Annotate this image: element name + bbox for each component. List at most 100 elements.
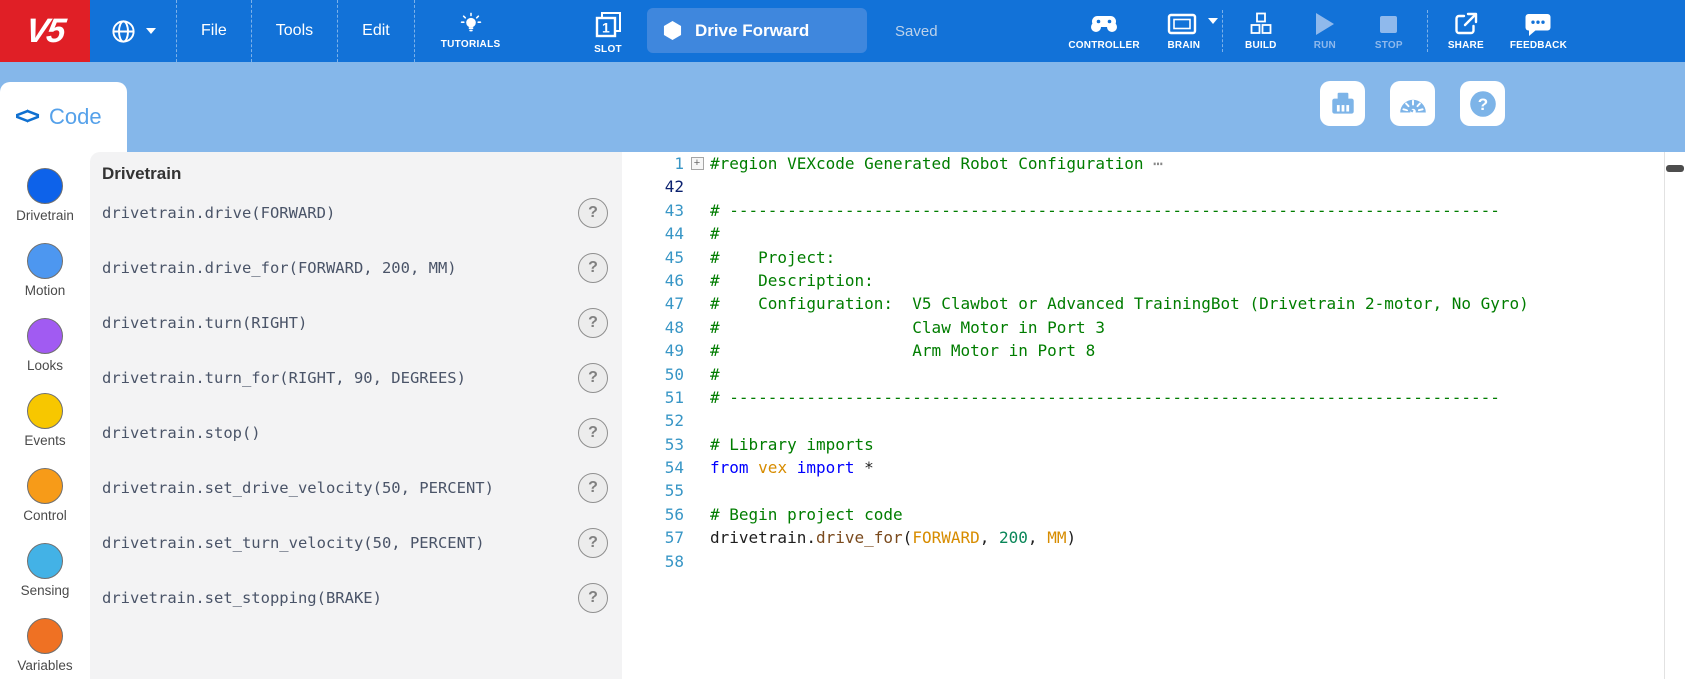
command-help-button[interactable]: ? [578,253,608,283]
share-button[interactable]: SHARE [1434,0,1498,62]
brain-button[interactable]: BRAIN [1152,0,1216,62]
line-code: # Project: [710,246,1685,269]
category-dot[interactable] [27,168,63,204]
command-row[interactable]: drivetrain.set_stopping(BRAKE)? [90,570,622,625]
editor-line: 49# Arm Motor in Port 8 [622,339,1685,362]
sidebar-item-looks[interactable]: Looks [0,318,90,373]
project-name-field[interactable]: Drive Forward [647,8,867,53]
command-help-button[interactable]: ? [578,308,608,338]
tutorials-button[interactable]: TUTORIALS [415,0,527,62]
device-info-button[interactable] [1320,81,1365,126]
command-text[interactable]: drivetrain.stop() [102,424,261,442]
fold-expand-icon[interactable]: + [691,157,704,170]
command-help-button[interactable]: ? [578,583,608,613]
category-dot[interactable] [27,468,63,504]
command-row[interactable]: drivetrain.drive_for(FORWARD, 200, MM)? [90,240,622,295]
command-text[interactable]: drivetrain.turn(RIGHT) [102,314,307,332]
line-number: 58 [622,550,684,573]
fold-column [684,316,710,339]
sidebar-item-motion[interactable]: Motion [0,243,90,298]
build-button[interactable]: BUILD [1229,0,1293,62]
editor-line: 52 [622,409,1685,432]
menu-bar: File Tools Edit TUTORIALS [90,0,526,62]
command-help-button[interactable]: ? [578,198,608,228]
line-code: # [710,222,1685,245]
line-code: # Claw Motor in Port 3 [710,316,1685,339]
editor-line: 1+#region VEXcode Generated Robot Config… [622,152,1685,175]
editor-line: 46# Description: [622,269,1685,292]
feedback-button[interactable]: FEEDBACK [1498,0,1579,62]
fold-column [684,269,710,292]
stop-button[interactable]: STOP [1357,0,1421,62]
tab-code[interactable]: <> Code [0,82,127,152]
command-palette: Drivetrain drivetrain.drive(FORWARD)?dri… [90,152,622,679]
fold-column [684,550,710,573]
line-code: # Description: [710,269,1685,292]
code-editor[interactable]: 1+#region VEXcode Generated Robot Config… [622,152,1685,679]
menu-file[interactable]: File [177,0,252,62]
slot-button[interactable]: 1 SLOT [583,5,633,59]
controller-button[interactable]: CONTROLLER [1056,0,1151,62]
category-dot[interactable] [27,243,63,279]
category-label: Events [24,433,65,448]
line-code [710,175,1685,198]
category-label: Motion [25,283,66,298]
top-toolbar: V5 File Tools Edit [0,0,1685,62]
command-text[interactable]: drivetrain.drive_for(FORWARD, 200, MM) [102,259,457,277]
question-icon: ? [1467,88,1499,120]
vexcode-window: V5 File Tools Edit [0,0,1685,679]
command-text[interactable]: drivetrain.set_turn_velocity(50, PERCENT… [102,534,485,552]
editor-scrollbar[interactable] [1664,152,1685,679]
share-icon [1453,11,1479,37]
stop-icon [1380,11,1397,37]
editor-line: 50# [622,363,1685,386]
command-row[interactable]: drivetrain.set_drive_velocity(50, PERCEN… [90,460,622,515]
code-brackets-icon: <> [15,103,37,131]
sidebar-item-sensing[interactable]: Sensing [0,543,90,598]
sidebar-item-variables[interactable]: Variables [0,618,90,673]
command-row[interactable]: drivetrain.turn(RIGHT)? [90,295,622,350]
menu-tools[interactable]: Tools [252,0,338,62]
command-text[interactable]: drivetrain.set_drive_velocity(50, PERCEN… [102,479,494,497]
command-text[interactable]: drivetrain.set_stopping(BRAKE) [102,589,382,607]
line-code: from vex import * [710,456,1685,479]
command-row[interactable]: drivetrain.drive(FORWARD)? [90,185,622,240]
line-number: 54 [622,456,684,479]
fold-column [684,175,710,198]
line-code: # --------------------------------------… [710,386,1685,409]
line-number: 43 [622,199,684,222]
fold-column [684,386,710,409]
slot-icon: 1 [593,10,624,41]
category-dot[interactable] [27,543,63,579]
sidebar-item-events[interactable]: Events [0,393,90,448]
command-row[interactable]: drivetrain.set_turn_velocity(50, PERCENT… [90,515,622,570]
editor-line: 42 [622,175,1685,198]
command-text[interactable]: drivetrain.turn_for(RIGHT, 90, DEGREES) [102,369,466,387]
command-text[interactable]: drivetrain.drive(FORWARD) [102,204,335,222]
command-help-button[interactable]: ? [578,528,608,558]
category-dot[interactable] [27,618,63,654]
dashboard-button[interactable] [1390,81,1435,126]
category-dot[interactable] [27,393,63,429]
command-row[interactable]: drivetrain.stop()? [90,405,622,460]
sidebar-item-control[interactable]: Control [0,468,90,523]
editor-line: 48# Claw Motor in Port 3 [622,316,1685,339]
fold-column [684,526,710,549]
run-button[interactable]: RUN [1293,0,1357,62]
language-menu[interactable] [90,0,177,62]
help-button[interactable]: ? [1460,81,1505,126]
line-number: 49 [622,339,684,362]
fold-column [684,292,710,315]
category-dot[interactable] [27,318,63,354]
line-number: 1 [622,152,684,175]
command-help-button[interactable]: ? [578,473,608,503]
menu-edit[interactable]: Edit [338,0,415,62]
sidebar-item-drivetrain[interactable]: Drivetrain [0,168,90,223]
line-code: # --------------------------------------… [710,199,1685,222]
command-row[interactable]: drivetrain.turn_for(RIGHT, 90, DEGREES)? [90,350,622,405]
command-help-button[interactable]: ? [578,418,608,448]
scrollbar-thumb[interactable] [1666,165,1684,172]
vex-v5-logo[interactable]: V5 [0,0,90,62]
command-help-button[interactable]: ? [578,363,608,393]
line-code: drivetrain.drive_for(FORWARD, 200, MM) [710,526,1685,549]
